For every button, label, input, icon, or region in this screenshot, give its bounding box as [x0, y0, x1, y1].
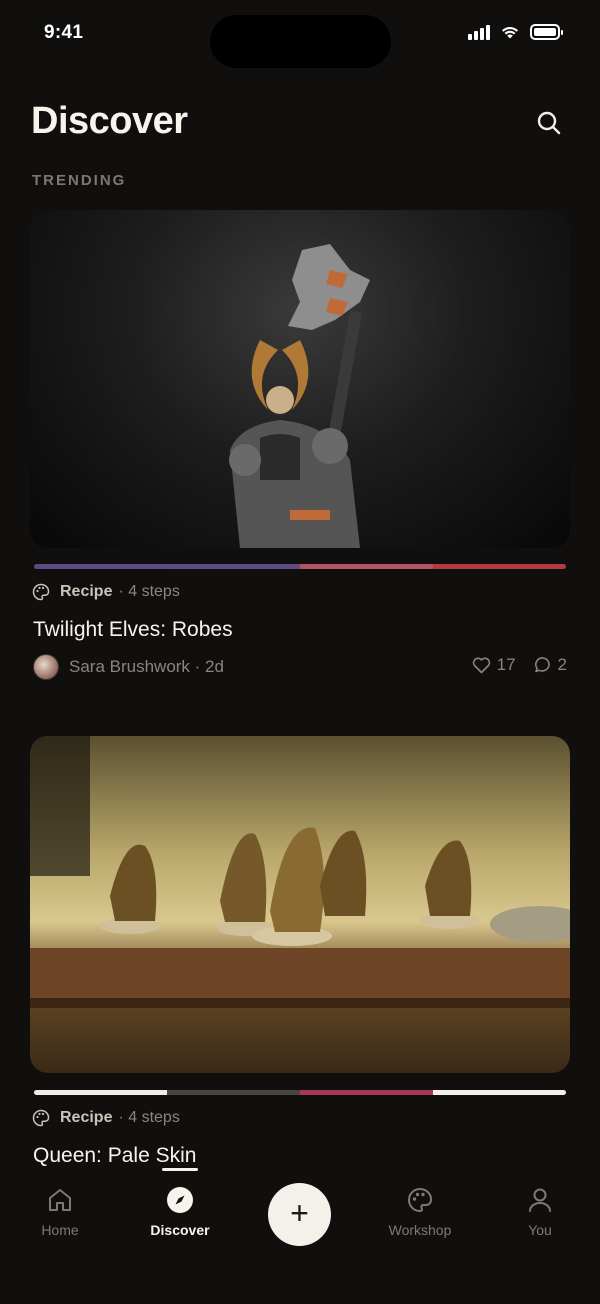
- card-author[interactable]: Sara Brushwork · 2d: [33, 654, 224, 680]
- heart-icon: [472, 657, 490, 673]
- tab-label: Home: [41, 1222, 79, 1238]
- miniature-soldiers-graphic: [30, 736, 570, 1008]
- palette-swatch: [433, 564, 566, 569]
- palette-swatch: [433, 1090, 566, 1095]
- palette-swatch: [34, 1090, 167, 1095]
- card-type: Recipe: [60, 583, 113, 600]
- card-image-soldiers[interactable]: [30, 736, 570, 1073]
- palette-swatch: [300, 1090, 433, 1095]
- section-label: TRENDING: [32, 172, 127, 189]
- card-type: Recipe: [60, 1109, 113, 1126]
- tab-label: Workshop: [388, 1222, 452, 1238]
- dynamic-island: [210, 15, 391, 68]
- home-icon: [49, 1189, 71, 1211]
- create-button[interactable]: +: [268, 1183, 331, 1246]
- card-meta: Recipe · 4 steps: [32, 1109, 180, 1127]
- tab-discover[interactable]: Discover: [130, 1186, 230, 1238]
- card-steps: · 4 steps: [118, 583, 180, 600]
- card-image-miniature[interactable]: [30, 210, 570, 548]
- compass-icon: [167, 1187, 193, 1213]
- status-icons: [468, 24, 563, 40]
- author-name: Sara Brushwork · 2d: [69, 657, 224, 676]
- card-steps: · 4 steps: [118, 1109, 180, 1126]
- search-icon: [537, 111, 561, 135]
- card-title[interactable]: Twilight Elves: Robes: [33, 618, 233, 642]
- miniature-figure-graphic: [229, 244, 370, 548]
- active-tab-indicator: [162, 1168, 198, 1171]
- status-bar: 9:41: [0, 0, 600, 70]
- palette-swatch: [34, 564, 167, 569]
- card-meta: Recipe · 4 steps: [32, 583, 180, 601]
- color-palette-bar: [34, 564, 566, 569]
- avatar: [33, 654, 59, 680]
- color-palette-bar: [34, 1090, 566, 1095]
- tab-home[interactable]: Home: [10, 1186, 110, 1238]
- palette-swatch: [167, 564, 300, 569]
- tab-you[interactable]: You: [490, 1186, 590, 1238]
- palette-swatch: [167, 1090, 300, 1095]
- tab-label: You: [528, 1222, 552, 1238]
- signal-icon: [468, 24, 490, 40]
- palette-swatch: [300, 564, 433, 569]
- tab-workshop[interactable]: Workshop: [370, 1186, 470, 1238]
- plus-icon: +: [290, 1195, 309, 1231]
- wifi-icon: [502, 26, 518, 39]
- page-title: Discover: [31, 100, 188, 142]
- comment-icon: [534, 657, 550, 673]
- palette-icon: [32, 583, 50, 601]
- battery-icon: [530, 24, 563, 40]
- palette-icon: [408, 1187, 432, 1213]
- card-title[interactable]: Queen: Pale Skin: [33, 1144, 196, 1168]
- status-time: 9:41: [44, 22, 84, 43]
- like-count: 17: [496, 655, 516, 674]
- person-icon: [529, 1188, 551, 1212]
- card-engagement: 17 2: [472, 655, 567, 675]
- tab-label: Discover: [150, 1222, 210, 1238]
- comment-button[interactable]: 2: [534, 655, 567, 675]
- palette-icon: [32, 1109, 50, 1127]
- like-button[interactable]: 17: [472, 655, 516, 675]
- search-button[interactable]: [532, 106, 566, 140]
- comment-count: 2: [557, 655, 567, 674]
